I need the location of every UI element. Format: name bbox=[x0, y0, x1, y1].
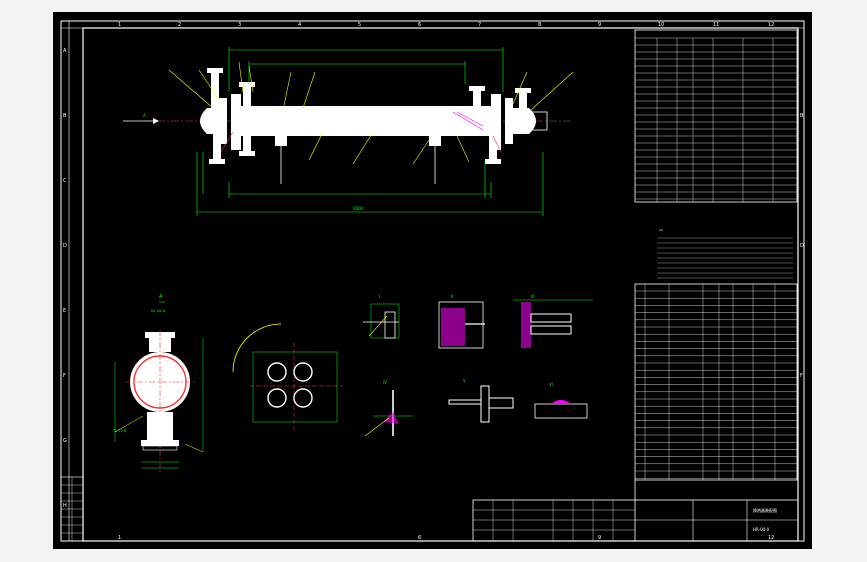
left-head bbox=[200, 108, 207, 134]
zone-number: 6 bbox=[418, 22, 421, 28]
zone-numbers-bottom: 1 6 9 12 bbox=[61, 535, 804, 542]
detail-view-i[interactable] bbox=[363, 303, 400, 339]
cad-drawing-canvas[interactable]: 1 2 3 4 5 6 7 8 9 10 11 12 1 6 9 12 A B … bbox=[53, 12, 812, 549]
drawing-title: 换热器装配图 bbox=[753, 507, 777, 513]
end-section-view[interactable]: A N1,N2,A T1,T2,B bbox=[112, 294, 204, 474]
inner-frame bbox=[82, 27, 799, 542]
nozzle-t2 bbox=[213, 134, 221, 160]
zone-letter: F bbox=[800, 373, 803, 379]
zone-number: 9 bbox=[598, 22, 601, 28]
revision-block bbox=[60, 476, 84, 542]
right-flange bbox=[505, 98, 513, 144]
zone-letter: B bbox=[63, 113, 67, 119]
detail-view-title: III bbox=[531, 294, 535, 299]
zone-letter: A bbox=[63, 48, 67, 54]
zone-number: 1 bbox=[118, 22, 121, 28]
zone-number: 8 bbox=[538, 22, 541, 28]
parts-list-table[interactable] bbox=[634, 283, 798, 481]
overall-dimension-text: 3000 bbox=[353, 206, 364, 211]
nozzle-n2 bbox=[243, 86, 251, 106]
zone-letters-right: B D F bbox=[797, 28, 804, 541]
zone-letter: F bbox=[63, 373, 66, 379]
zone-number: 6 bbox=[418, 535, 421, 541]
zone-number: 11 bbox=[713, 22, 719, 28]
zone-number: 7 bbox=[478, 22, 481, 28]
detail-view-v[interactable] bbox=[448, 385, 514, 423]
zone-letters-left: A B C D E F G H bbox=[63, 21, 70, 541]
zone-number: 12 bbox=[768, 535, 774, 541]
left-channel bbox=[207, 108, 221, 134]
zone-number: 1 bbox=[118, 535, 121, 541]
nozzle-n4 bbox=[519, 92, 527, 108]
zone-number: 2 bbox=[178, 22, 181, 28]
detail-view-title: I bbox=[379, 294, 380, 299]
zone-numbers-top: 1 2 3 4 5 6 7 8 9 10 11 12 bbox=[61, 22, 804, 29]
detail-view-title: V bbox=[463, 378, 466, 383]
zone-letter: C bbox=[63, 178, 67, 184]
technical-notes bbox=[657, 229, 793, 279]
nozzle-t3 bbox=[489, 136, 497, 160]
design-spec-table[interactable] bbox=[634, 29, 798, 203]
nozzle-n3 bbox=[473, 90, 481, 106]
detail-view-vi[interactable] bbox=[534, 400, 588, 419]
detail-view-title: IV bbox=[383, 380, 387, 385]
support-left bbox=[275, 136, 287, 146]
weld-symbol-icon bbox=[551, 400, 571, 404]
main-front-view[interactable]: 3000 A bbox=[123, 47, 574, 216]
detail-views[interactable]: I II IIIIV VVI bbox=[363, 294, 593, 437]
zone-letter: H bbox=[63, 503, 67, 509]
detail-view-iv[interactable] bbox=[364, 390, 413, 437]
detail-view-ii[interactable] bbox=[438, 301, 485, 349]
zone-number: 3 bbox=[238, 22, 241, 28]
section-nozzle-label-top: N1,N2,A bbox=[151, 309, 166, 313]
zone-number: 4 bbox=[298, 22, 301, 28]
zone-letter: D bbox=[63, 243, 67, 249]
zone-letter: G bbox=[63, 438, 67, 444]
zone-number: 12 bbox=[768, 22, 774, 28]
zone-letter: E bbox=[63, 308, 66, 314]
nozzle-t1 bbox=[243, 136, 251, 152]
right-channel bbox=[513, 108, 529, 134]
tube-layout-view[interactable] bbox=[232, 323, 343, 432]
left-tubesheet bbox=[231, 94, 241, 150]
outer-frame bbox=[60, 20, 805, 542]
detail-view-title: II bbox=[451, 294, 453, 299]
title-block[interactable]: 换热器装配图 HR-00-0 bbox=[472, 480, 799, 542]
section-view-label: A bbox=[159, 294, 163, 300]
drawing-number: HR-00-0 bbox=[753, 527, 770, 532]
zone-number: 5 bbox=[358, 22, 361, 28]
drawing-svg: 1 2 3 4 5 6 7 8 9 10 11 12 1 6 9 12 A B … bbox=[60, 20, 805, 542]
zone-number: 10 bbox=[658, 22, 664, 28]
detail-view-iii[interactable] bbox=[513, 299, 593, 348]
zone-letter: D bbox=[800, 243, 804, 249]
zone-number: 9 bbox=[598, 535, 601, 541]
detail-view-title: VI bbox=[549, 382, 553, 387]
support-right bbox=[429, 136, 441, 146]
left-arrow-label: A bbox=[143, 113, 146, 118]
shell-body bbox=[241, 106, 491, 136]
zone-letter: B bbox=[800, 113, 804, 119]
